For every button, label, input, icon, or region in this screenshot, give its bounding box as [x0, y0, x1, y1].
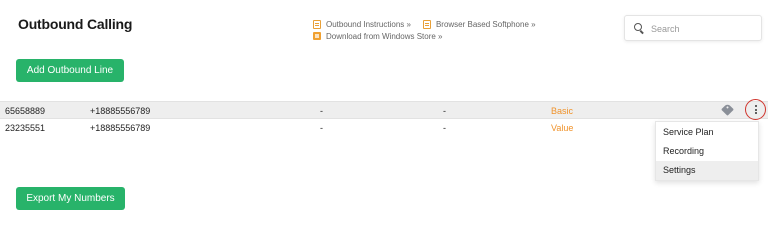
more-options-button[interactable] [745, 99, 766, 120]
menu-item-settings[interactable]: Settings [656, 161, 758, 180]
service-plan-link[interactable]: Basic [551, 106, 573, 116]
search-box[interactable] [624, 15, 762, 41]
search-input[interactable] [651, 21, 755, 36]
service-plan-link[interactable]: Value [551, 123, 573, 133]
more-vertical-icon [754, 105, 757, 107]
search-icon [634, 23, 642, 31]
line-number: 23235551 [5, 123, 46, 133]
column-3-value: - [320, 123, 323, 133]
help-links: Outbound Instructions » Browser Based So… [313, 18, 548, 42]
document-icon [422, 19, 431, 29]
table-row[interactable]: 65658889 +18885556789 - - Basic [0, 101, 768, 119]
caller-id: +18885556789 [90, 106, 151, 116]
caller-id: +18885556789 [90, 123, 151, 133]
menu-item-recording[interactable]: Recording [656, 142, 758, 161]
tag-icon[interactable] [721, 103, 734, 116]
column-4-value: - [443, 123, 446, 133]
outbound-instructions-link[interactable]: Outbound Instructions » [313, 19, 411, 29]
column-3-value: - [320, 106, 323, 116]
page-title: Outbound Calling [18, 16, 133, 32]
browser-softphone-label: Browser Based Softphone » [435, 19, 536, 29]
windows-store-label: Download from Windows Store » [326, 31, 443, 41]
column-4-value: - [443, 106, 446, 116]
windows-icon [313, 32, 321, 40]
add-outbound-line-button[interactable]: Add Outbound Line [16, 59, 124, 82]
export-numbers-button[interactable]: Export My Numbers [16, 187, 125, 210]
line-number: 65658889 [5, 106, 46, 116]
row-context-menu: Service Plan Recording Settings [655, 121, 759, 181]
table-row[interactable]: 23235551 +18885556789 - - Value [0, 119, 768, 137]
browser-softphone-link[interactable]: Browser Based Softphone » [422, 19, 536, 29]
outbound-instructions-label: Outbound Instructions » [326, 19, 411, 29]
windows-store-link[interactable]: Download from Windows Store » [313, 32, 443, 41]
document-icon [313, 19, 321, 29]
menu-item-service-plan[interactable]: Service Plan [656, 123, 758, 142]
